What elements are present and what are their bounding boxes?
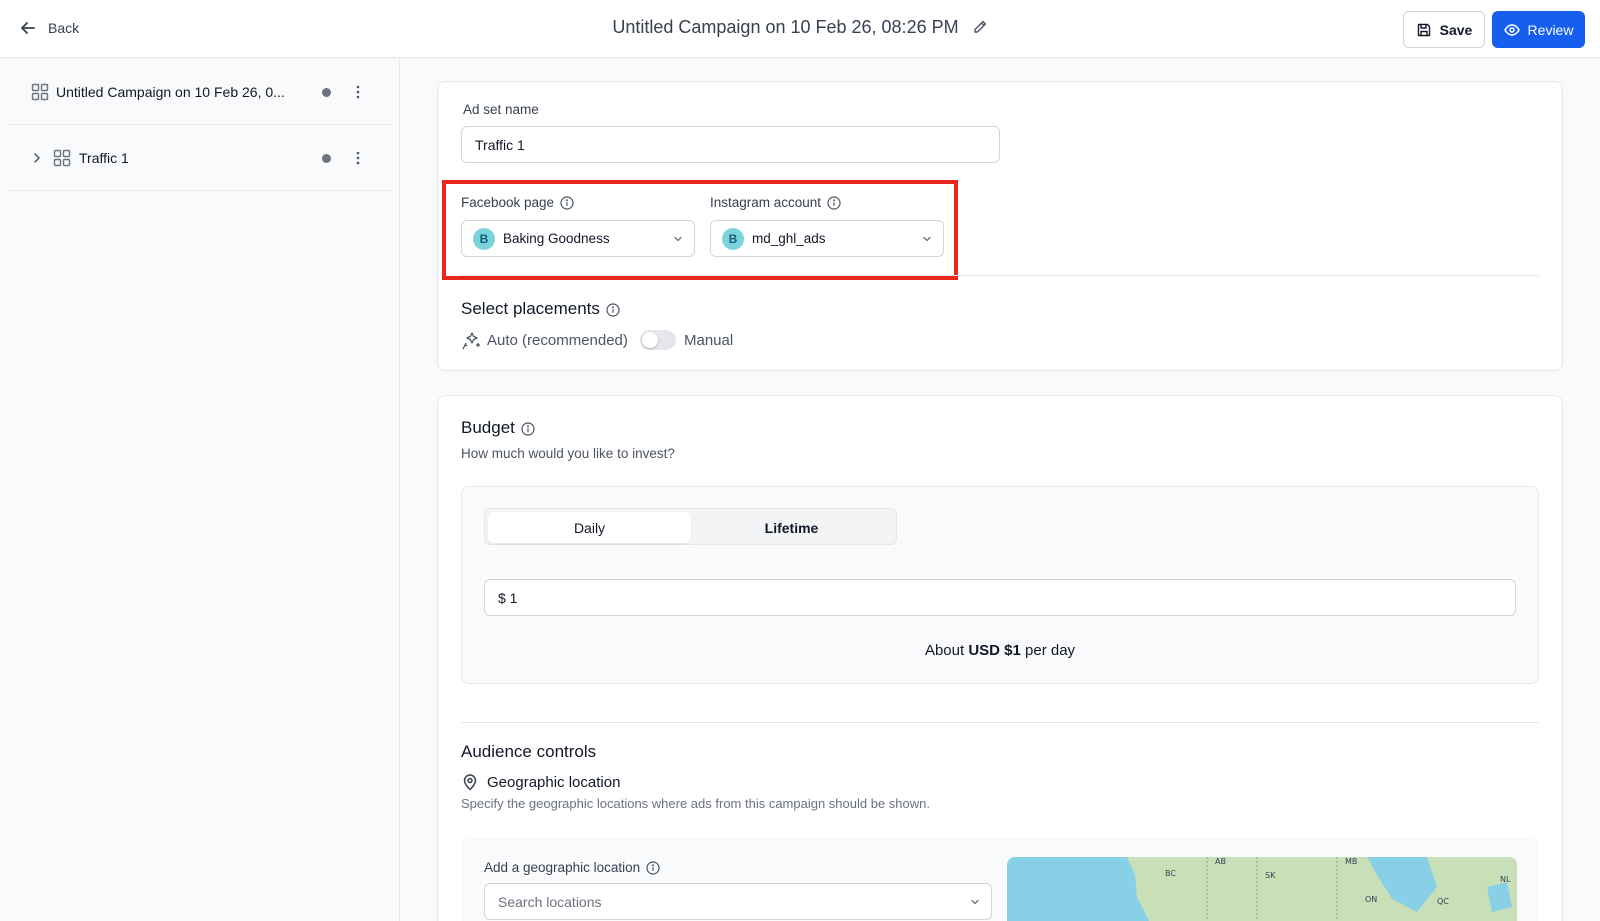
info-icon[interactable] [606, 303, 620, 317]
review-button[interactable]: Review [1492, 11, 1585, 48]
map-land-shape [1127, 857, 1517, 921]
map-label: BC [1165, 869, 1176, 878]
budget-summary-prefix: About [924, 642, 969, 659]
chevron-right-icon[interactable] [30, 151, 44, 165]
highlight-box [442, 180, 958, 280]
sidebar-item-traffic[interactable]: Traffic 1 [8, 125, 392, 191]
eye-icon [1503, 23, 1520, 36]
grid-icon [53, 149, 71, 167]
manual-placement-label: Manual [684, 332, 734, 349]
map-label: ON [1365, 895, 1378, 904]
budget-amount-input[interactable]: $ 1 [484, 579, 1516, 616]
review-label: Review [1527, 21, 1574, 38]
info-icon[interactable] [521, 422, 535, 436]
placements-title-text: Select placements [461, 299, 600, 318]
floppy-disk-icon [1417, 23, 1430, 36]
grid-icon [31, 83, 49, 101]
auto-placement-label: Auto (recommended) [487, 332, 628, 349]
budget-summary: About USD $1 per day [461, 642, 1539, 659]
map-label: NL [1500, 875, 1511, 884]
budget-summary-suffix: per day [1020, 642, 1076, 659]
add-geo-location-label: Add a geographic location [484, 860, 660, 875]
divider [461, 275, 1539, 276]
sparkles-icon [462, 332, 480, 350]
add-geo-location-label-text: Add a geographic location [484, 860, 641, 875]
search-locations-placeholder: Search locations [498, 893, 602, 910]
adset-name-label: Ad set name [463, 102, 539, 117]
map-label: MB [1345, 857, 1358, 866]
budget-subtitle: How much would you like to invest? [461, 446, 675, 461]
placement-toggle[interactable] [640, 330, 676, 350]
toggle-knob [642, 332, 658, 348]
kebab-menu-icon[interactable] [350, 84, 366, 100]
campaign-title-wrap: Untitled Campaign on 10 Feb 26, 08:26 PM [0, 17, 1600, 38]
tab-lifetime[interactable]: Lifetime [690, 512, 893, 543]
budget-title-text: Budget [461, 418, 515, 437]
adset-name-value: Traffic 1 [475, 136, 525, 153]
pencil-icon[interactable] [972, 19, 988, 35]
info-icon[interactable] [646, 861, 660, 875]
map-label: QC [1437, 897, 1449, 906]
map-label: AB [1215, 857, 1226, 866]
budget-title: Budget [461, 418, 535, 438]
save-button[interactable]: Save [1403, 11, 1485, 48]
budget-type-toggle: Daily Lifetime [484, 508, 897, 545]
placements-title: Select placements [461, 299, 620, 319]
sidebar: Untitled Campaign on 10 Feb 26, 0... Tra… [0, 58, 400, 921]
divider [461, 722, 1539, 723]
search-locations-input[interactable]: Search locations [484, 883, 992, 920]
sidebar-item-label: Untitled Campaign on 10 Feb 26, 0... [56, 84, 285, 100]
kebab-menu-icon[interactable] [350, 150, 366, 166]
tab-daily[interactable]: Daily [488, 512, 691, 543]
top-bar: Back Untitled Campaign on 10 Feb 26, 08:… [0, 0, 1600, 58]
status-dot [322, 154, 331, 163]
location-map[interactable]: BC AB MB SK ON QC NL [1007, 857, 1517, 921]
geo-location-description: Specify the geographic locations where a… [461, 796, 930, 811]
sidebar-item-label: Traffic 1 [79, 150, 129, 166]
chevron-down-icon [971, 899, 979, 905]
geo-location-title: Geographic location [487, 774, 621, 791]
budget-summary-amount: USD $1 [968, 642, 1021, 659]
save-label: Save [1439, 21, 1473, 38]
audience-title: Audience controls [461, 742, 597, 761]
adset-name-input[interactable]: Traffic 1 [461, 126, 1000, 163]
map-pin-icon [463, 774, 477, 791]
status-dot [322, 88, 331, 97]
map-label: SK [1265, 871, 1276, 880]
sidebar-item-campaign[interactable]: Untitled Campaign on 10 Feb 26, 0... [8, 58, 392, 125]
page-title: Untitled Campaign on 10 Feb 26, 08:26 PM [612, 17, 959, 37]
budget-amount-value: $ 1 [498, 589, 518, 606]
